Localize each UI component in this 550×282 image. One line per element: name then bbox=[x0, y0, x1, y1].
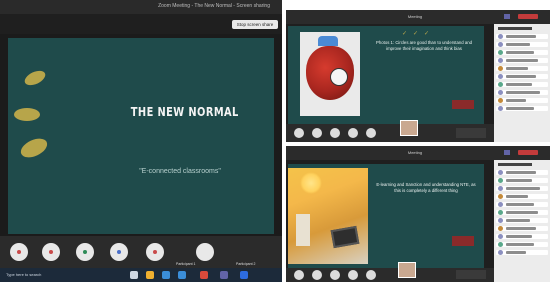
avatar bbox=[498, 242, 503, 247]
gold-blob-2 bbox=[14, 108, 40, 121]
avatar bbox=[498, 42, 503, 47]
participants-header bbox=[498, 163, 532, 166]
bottom-right-caption-box bbox=[456, 270, 486, 279]
bottom-right-red-box bbox=[452, 236, 474, 246]
avatar bbox=[498, 218, 503, 223]
participant-name bbox=[506, 51, 534, 54]
avatar bbox=[498, 250, 503, 255]
chat-icon[interactable] bbox=[348, 128, 358, 138]
avatar bbox=[498, 186, 503, 191]
participant-name bbox=[506, 203, 534, 206]
avatar bbox=[498, 178, 503, 183]
participant-name bbox=[506, 107, 534, 110]
teams-logo-icon bbox=[504, 14, 510, 19]
top-right-red-box bbox=[452, 100, 474, 109]
teams-icon[interactable] bbox=[220, 271, 228, 279]
participant-name bbox=[506, 243, 534, 246]
more-icon[interactable] bbox=[366, 270, 376, 280]
participants-header bbox=[498, 27, 532, 30]
avatar bbox=[498, 34, 503, 39]
end-indicator-icon bbox=[153, 250, 157, 254]
participant-name bbox=[506, 195, 528, 198]
top-right-caption-box bbox=[456, 128, 486, 138]
mic-icon[interactable] bbox=[294, 128, 304, 138]
participant-name bbox=[506, 179, 532, 182]
soccer-ball-icon bbox=[330, 68, 348, 86]
mic-indicator-icon bbox=[17, 250, 21, 254]
stop-share-button[interactable]: Stop screen share bbox=[232, 20, 278, 29]
settings-icon[interactable] bbox=[196, 243, 214, 261]
participant-name bbox=[506, 235, 532, 238]
leave-button[interactable] bbox=[518, 150, 538, 155]
video-indicator-icon bbox=[49, 250, 53, 254]
taskbar-search[interactable]: Type here to search bbox=[6, 272, 66, 278]
avatar bbox=[498, 90, 503, 95]
top-right-window-title: Meeting bbox=[407, 14, 423, 19]
share-indicator-icon bbox=[117, 250, 121, 254]
avatar bbox=[498, 202, 503, 207]
participant-name bbox=[506, 219, 530, 222]
browser-icon[interactable] bbox=[162, 271, 170, 279]
camera-icon[interactable] bbox=[312, 270, 322, 280]
bottom-right-window-title: Meeting bbox=[407, 150, 423, 155]
camera-icon[interactable] bbox=[312, 128, 322, 138]
slide-title: THE NEW NORMAL bbox=[130, 105, 239, 119]
participant-name bbox=[506, 99, 526, 102]
edge-icon[interactable] bbox=[178, 271, 186, 279]
leave-button[interactable] bbox=[518, 14, 538, 19]
participant-name bbox=[506, 83, 532, 86]
self-view-thumbnail bbox=[398, 262, 416, 278]
chat-icon[interactable] bbox=[348, 270, 358, 280]
avatar bbox=[498, 98, 503, 103]
participant-name bbox=[506, 67, 528, 70]
participant-name bbox=[506, 35, 536, 38]
avatar bbox=[498, 58, 503, 63]
shared-slide bbox=[8, 38, 274, 234]
participant-name bbox=[506, 227, 536, 230]
participant-name bbox=[506, 43, 530, 46]
participants-indicator-icon bbox=[83, 250, 87, 254]
tick-marks: ✓✓✓ bbox=[402, 31, 436, 37]
lamp-glow-icon bbox=[300, 172, 322, 194]
participant-name bbox=[506, 171, 536, 174]
avatar bbox=[498, 66, 503, 71]
participant-name bbox=[506, 75, 536, 78]
avatar bbox=[498, 170, 503, 175]
taskbar-app-icon[interactable] bbox=[130, 271, 138, 279]
avatar bbox=[498, 74, 503, 79]
office-icon[interactable] bbox=[200, 271, 208, 279]
participant-name bbox=[506, 91, 540, 94]
bottom-right-slide-text: E-learning and Sanction and understandin… bbox=[376, 182, 476, 193]
chair-icon bbox=[296, 214, 310, 246]
participant-name bbox=[506, 187, 540, 190]
artery-icon bbox=[318, 36, 338, 46]
participant-name bbox=[506, 211, 538, 214]
zoom-icon[interactable] bbox=[240, 271, 248, 279]
participant-name bbox=[506, 251, 526, 254]
window-title: Zoom Meeting - The New Normal - Screen s… bbox=[158, 3, 270, 9]
share-icon[interactable] bbox=[330, 270, 340, 280]
avatar bbox=[498, 82, 503, 87]
avatar bbox=[498, 194, 503, 199]
slide-subtitle: "E-connected classrooms" bbox=[139, 168, 221, 175]
participant-name bbox=[506, 59, 538, 62]
participant-label-1: Participant 1 bbox=[176, 262, 196, 266]
teams-logo-icon bbox=[504, 150, 510, 155]
folder-icon[interactable] bbox=[146, 271, 154, 279]
avatar bbox=[498, 234, 503, 239]
avatar bbox=[498, 50, 503, 55]
mic-icon[interactable] bbox=[294, 270, 304, 280]
more-icon[interactable] bbox=[366, 128, 376, 138]
avatar bbox=[498, 210, 503, 215]
top-right-slide-text: Photos 1: Circles are good than to under… bbox=[375, 40, 473, 51]
share-icon[interactable] bbox=[330, 128, 340, 138]
avatar bbox=[498, 226, 503, 231]
participant-label-2: Participant 2 bbox=[236, 262, 256, 266]
self-view-thumbnail bbox=[400, 120, 418, 136]
avatar bbox=[498, 106, 503, 111]
